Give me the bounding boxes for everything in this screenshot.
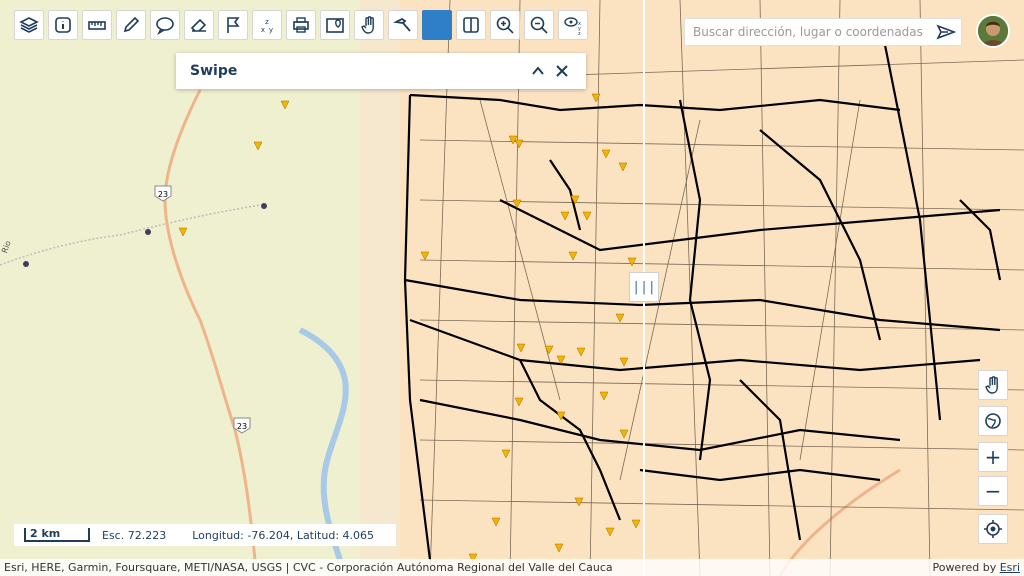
scale-ratio: Esc. 72.223 [102,528,167,542]
svg-text:z: z [265,18,269,26]
pan-tool[interactable] [354,10,384,40]
attribution-sources: Esri, HERE, Garmin, Foursquare, METI/NAS… [4,561,613,574]
zoom-in-button[interactable]: + [978,442,1008,472]
svg-text:23: 23 [158,190,168,199]
search-box [684,18,962,46]
print-tool[interactable] [286,10,316,40]
user-avatar[interactable] [976,14,1010,48]
ruler-icon [88,21,106,30]
crosshair-icon [984,520,1002,538]
eraser-icon [190,18,207,32]
info-icon [55,17,71,33]
avatar-icon [978,16,1008,46]
xy-tool[interactable]: xyz [558,10,588,40]
identify-tool[interactable] [388,10,418,40]
erase-tool[interactable] [184,10,214,40]
zoom-out-tool[interactable] [524,10,554,40]
pencil-icon [123,16,140,33]
scalebar-panel: 2 km Esc. 72.223 Longitud: -76.204, Lati… [14,524,396,546]
xyz-icon: zx y [261,18,273,34]
panel-title: Swipe [190,63,238,79]
search-submit-button[interactable] [931,19,961,45]
attribution-bar: Esri, HERE, Garmin, Foursquare, METI/NAS… [0,559,1024,576]
search-input[interactable] [685,25,931,39]
hand-icon [361,16,374,34]
globe-icon [985,413,1001,429]
collapse-button[interactable] [528,61,548,81]
swipe-handle[interactable]: ||| [629,272,659,302]
swipe-tool[interactable] [456,10,486,40]
printer-icon [293,17,309,33]
zoom-out-icon [530,16,548,34]
comment-tool[interactable] [150,10,180,40]
pan-control-button[interactable] [978,370,1008,400]
esri-link[interactable]: Esri [1000,561,1020,574]
coordinates-readout: Longitud: -76.204, Latitud: 4.065 [192,528,375,542]
toolbar: zxy xyz [14,10,588,42]
directions-tool[interactable] [320,10,350,40]
svg-text:x: x [261,26,265,34]
measure-tool[interactable] [82,10,112,40]
zoom-in-tool[interactable] [490,10,520,40]
globe-button[interactable] [978,406,1008,436]
powered-by-label: Powered by Esri [932,561,1020,574]
hand-icon [985,376,998,394]
hammer-icon [393,17,411,32]
close-button[interactable] [552,61,572,81]
map-pin-icon [326,18,344,33]
marker-tool[interactable] [218,10,248,40]
info-tool[interactable] [48,10,78,40]
svg-text:z: z [578,31,581,35]
layers-icon [19,17,39,33]
split-panel-icon [463,17,479,33]
locate-button[interactable] [978,514,1008,544]
eye-xyz-icon: xyz [564,17,581,35]
color-tool[interactable] [422,10,452,40]
draw-tool[interactable] [116,10,146,40]
swipe-panel: Swipe [176,53,586,89]
blue-square-icon [427,15,447,35]
zoom-out-button[interactable]: − [978,476,1008,506]
chevron-up-icon [532,66,544,75]
svg-text:23: 23 [237,422,247,431]
flag-icon [227,17,240,33]
close-icon [556,65,568,77]
zoom-in-icon [496,16,514,34]
coordinate-tool[interactable]: zxy [252,10,282,40]
send-arrow-icon [936,24,956,40]
svg-text:y: y [269,26,273,34]
speech-bubble-icon [156,17,174,35]
scale-distance: 2 km [24,528,90,542]
layers-tool[interactable] [14,10,44,40]
